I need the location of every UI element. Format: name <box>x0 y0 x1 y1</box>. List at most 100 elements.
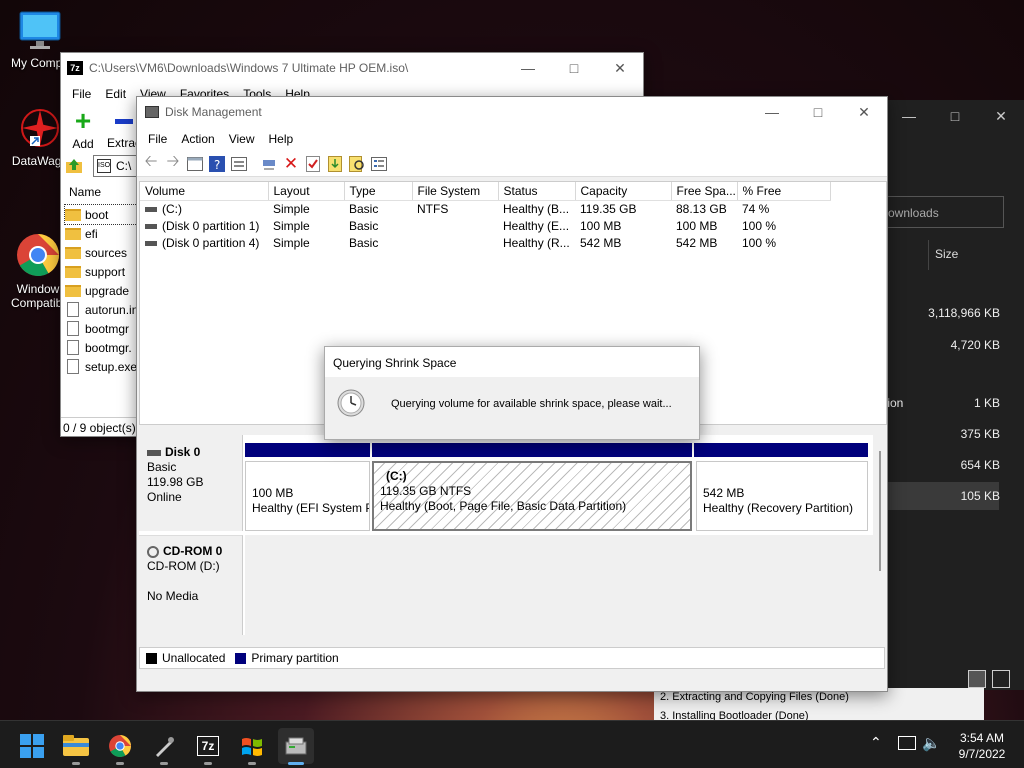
column-header-layout[interactable]: Layout <box>268 182 345 201</box>
table-cell: Basic <box>344 200 412 217</box>
tool-taskbar-button[interactable] <box>146 728 182 764</box>
file-explorer-taskbar-button[interactable] <box>58 728 94 764</box>
column-header-volume[interactable]: Volume <box>140 182 269 201</box>
menu-file[interactable]: File <box>65 87 98 101</box>
connect-icon[interactable] <box>259 154 279 174</box>
file-list-item[interactable]: bootmgr. <box>65 338 137 357</box>
menu-file[interactable]: File <box>141 132 174 146</box>
partition-recovery[interactable]: 542 MB Healthy (Recovery Partition) <box>696 461 868 531</box>
window-title: C:\Users\VM6\Downloads\Windows 7 Ultimat… <box>89 61 409 75</box>
column-header-name[interactable]: Name <box>69 185 101 199</box>
file-list-item[interactable]: bootmgr <box>65 319 137 338</box>
cell-text: 100 MB <box>676 218 718 233</box>
table-cell: Basic <box>344 234 412 251</box>
cell-text: (C:) <box>162 201 182 216</box>
details-view-icon[interactable] <box>968 670 986 688</box>
partition-status: Healthy (Boot, Page File, Basic Data Par… <box>380 499 627 513</box>
network-icon[interactable] <box>898 736 916 750</box>
table-row[interactable]: (Disk 0 partition 1) Simple Basic Healthy (… <box>140 217 830 234</box>
add-button[interactable]: + Add <box>69 107 97 152</box>
file-list-item[interactable]: autorun.in <box>65 300 137 319</box>
volume-icon <box>145 207 157 213</box>
file-size: 375 KB <box>960 427 1000 441</box>
scrollbar-thumb[interactable] <box>879 451 881 571</box>
column-header-capacity[interactable]: Capacity <box>575 182 672 201</box>
up-folder-icon[interactable] <box>65 157 83 175</box>
file-name: autorun.in <box>85 302 137 317</box>
file-list-item[interactable]: upgrade <box>65 281 137 300</box>
chevron-up-icon[interactable]: ⌃ <box>870 734 882 751</box>
column-header-status[interactable]: Status <box>498 182 576 201</box>
column-header-type[interactable]: Type <box>344 182 413 201</box>
start-button[interactable] <box>14 728 50 764</box>
cdrom-0-label[interactable]: CD-ROM 0 CD-ROM (D:) No Media <box>139 535 243 635</box>
file-icon <box>67 321 79 336</box>
column-header-size[interactable]: Size <box>928 240 958 270</box>
help-icon[interactable]: ? <box>207 154 227 174</box>
file-list-item[interactable]: support <box>65 262 137 281</box>
column-header-percent-free[interactable]: % Free <box>737 182 831 201</box>
7zip-taskbar-button[interactable]: 7z <box>190 728 226 764</box>
file-list: boot efi sources support upgrade autorun.in bo… <box>64 204 138 376</box>
table-row[interactable]: (Disk 0 partition 4) Simple Basic Healthy (… <box>140 234 830 251</box>
cell-text: (Disk 0 partition 1) <box>162 218 260 233</box>
file-icon <box>67 302 79 317</box>
file-name: upgrade <box>85 283 130 298</box>
minimize-icon[interactable]: — <box>505 53 551 83</box>
properties-icon[interactable] <box>229 154 249 174</box>
maximize-icon[interactable]: □ <box>795 97 841 127</box>
disk-type: Basic <box>147 460 177 474</box>
close-icon[interactable]: ✕ <box>597 53 643 83</box>
tiles-view-icon[interactable] <box>992 670 1010 688</box>
primary-swatch-icon <box>235 652 247 664</box>
clock[interactable]: 3:54 AM 9/7/2022 <box>944 730 1020 762</box>
partition-c[interactable]: (C:) 119.35 GB NTFS Healthy (Boot, Page … <box>372 461 692 531</box>
folder-icon <box>63 735 89 756</box>
disk-management-taskbar-button[interactable] <box>278 728 314 764</box>
legend-unallocated: Unallocated <box>162 651 226 665</box>
check-icon[interactable] <box>303 154 323 174</box>
file-list-item[interactable]: setup.exe <box>65 357 137 376</box>
file-list-item[interactable]: boot <box>64 204 138 225</box>
back-arrow-icon[interactable]: 🡠 <box>141 153 161 174</box>
maximize-icon[interactable]: □ <box>551 53 597 83</box>
maximize-icon[interactable]: □ <box>932 101 978 131</box>
list-view-icon[interactable] <box>369 154 389 174</box>
menu-action[interactable]: Action <box>174 132 221 146</box>
menu-edit[interactable]: Edit <box>98 87 133 101</box>
volume-icon[interactable]: 🔈 <box>922 734 941 752</box>
search-input[interactable]: ownloads <box>884 196 1004 228</box>
cell-text: 100 MB <box>580 218 622 233</box>
minimize-icon[interactable]: — <box>886 101 932 131</box>
close-icon[interactable]: ✕ <box>978 101 1024 131</box>
column-header-free-space[interactable]: Free Spa... <box>671 182 738 201</box>
vertical-scrollbar[interactable] <box>873 443 887 633</box>
wrench-icon <box>156 737 174 757</box>
table-row[interactable]: (C:) Simple Basic NTFS Healthy (B... 119.35 G… <box>140 200 830 217</box>
disk-name: Disk 0 <box>165 445 201 459</box>
windows-logo-icon <box>20 734 44 758</box>
delete-icon[interactable]: ✕ <box>281 154 301 174</box>
chrome-taskbar-button[interactable] <box>102 728 138 764</box>
folder-icon <box>65 227 81 240</box>
menu-view[interactable]: View <box>222 132 262 146</box>
cdrom-area <box>245 535 873 635</box>
minimize-icon[interactable]: — <box>749 97 795 127</box>
file-list-item[interactable]: sources <box>65 243 137 262</box>
close-icon[interactable]: ✕ <box>841 97 887 127</box>
cell-text: Healthy (E... <box>503 218 570 233</box>
partition-efi[interactable]: 100 MB Healthy (EFI System P <box>245 461 370 531</box>
window-title: Disk Management <box>165 105 262 119</box>
column-header-file-system[interactable]: File System <box>412 182 499 201</box>
show-hide-tree-icon[interactable] <box>185 154 205 174</box>
forward-arrow-icon[interactable]: 🡢 <box>163 153 183 174</box>
file-size: 1 KB <box>973 396 1000 410</box>
cell-text: 119.35 GB <box>580 201 637 216</box>
disk-0-label[interactable]: Disk 0 Basic 119.98 GB Online <box>139 435 243 531</box>
table-cell: 74 % <box>737 200 830 217</box>
search-icon[interactable] <box>347 154 367 174</box>
menu-help[interactable]: Help <box>262 132 301 146</box>
file-list-item[interactable]: efi <box>65 224 137 243</box>
windows-setup-taskbar-button[interactable] <box>234 728 270 764</box>
import-icon[interactable] <box>325 154 345 174</box>
